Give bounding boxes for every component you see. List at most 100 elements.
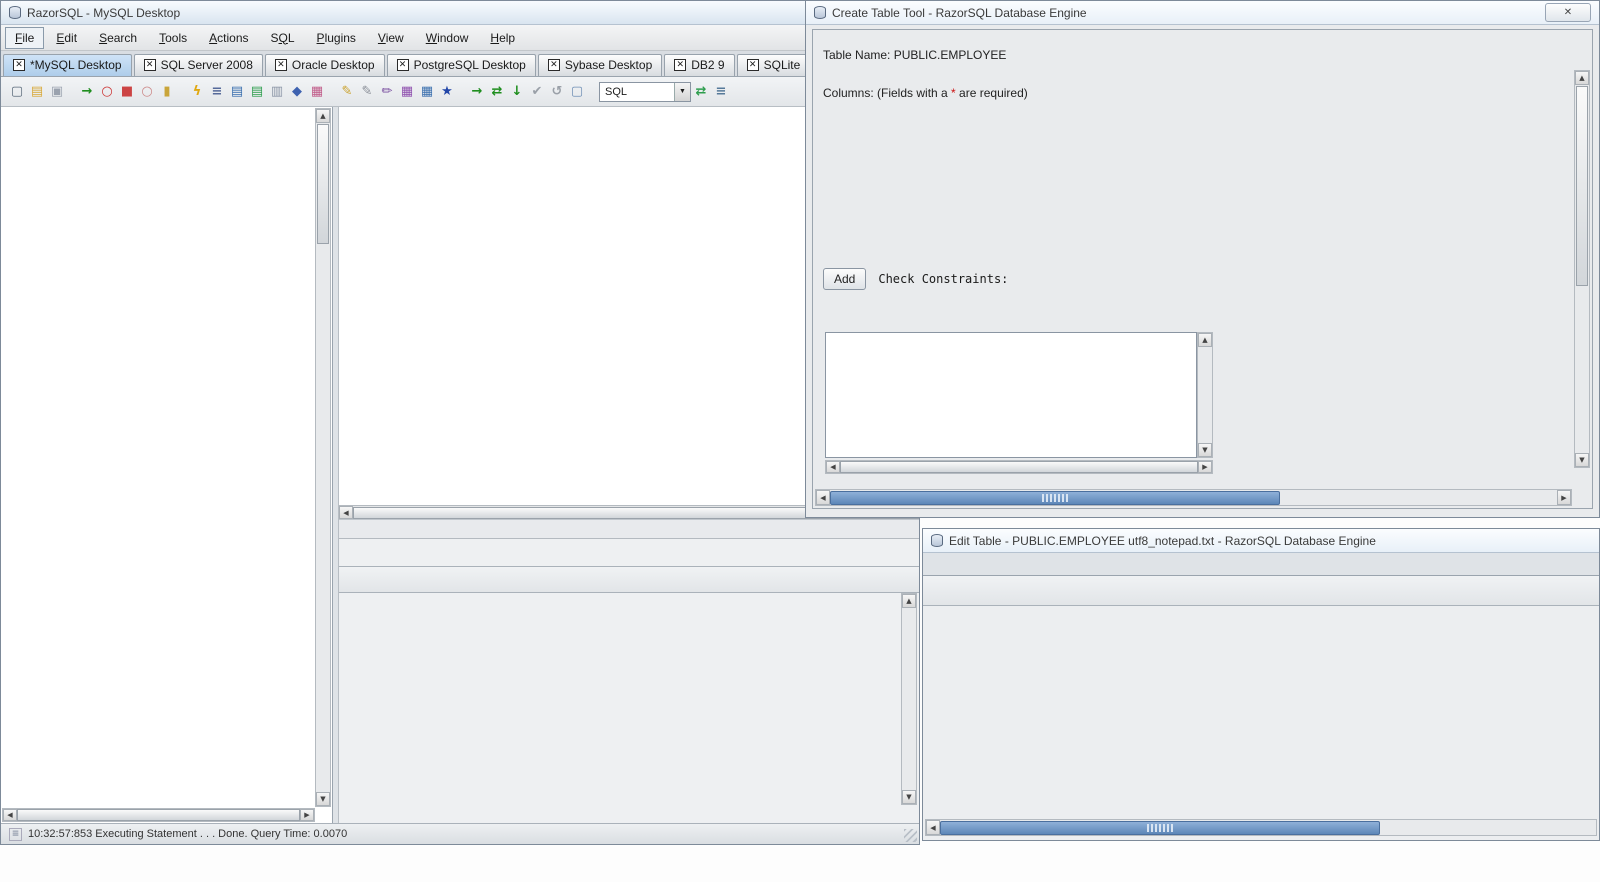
result-panel: ▲ ▼ <box>339 538 919 823</box>
scroll-left-icon[interactable]: ◀ <box>926 820 940 835</box>
scroll-left-icon[interactable]: ◀ <box>3 809 17 821</box>
table-edit-icon[interactable]: ▦ <box>417 82 437 102</box>
menu-item-plugins[interactable]: Plugins <box>307 27 366 49</box>
edit-table-icon[interactable]: ✎ <box>337 82 357 102</box>
execute-sql-icon[interactable]: → <box>467 82 487 102</box>
doc-search-icon[interactable]: ▤ <box>227 82 247 102</box>
lightning-icon[interactable]: ϟ <box>187 82 207 102</box>
database-cylinder-icon[interactable]: ▮ <box>157 82 177 102</box>
menu-item-file[interactable]: File <box>5 26 45 49</box>
save-icon[interactable]: ▣ <box>47 82 67 102</box>
scroll-down-icon[interactable]: ▼ <box>1575 453 1589 467</box>
connection-tab[interactable]: ✕ *MySQL Desktop <box>3 54 132 76</box>
close-tab-icon[interactable]: ✕ <box>396 59 409 71</box>
menu-item-help[interactable]: Help <box>480 27 525 49</box>
scroll-thumb[interactable] <box>830 490 1280 505</box>
connect-icon[interactable]: → <box>77 82 97 102</box>
doc-refresh-icon[interactable]: ▤ <box>247 82 267 102</box>
scroll-thumb[interactable] <box>940 820 1380 835</box>
editor-status-bar <box>339 519 919 538</box>
copy-page-icon[interactable]: ▢ <box>567 82 587 102</box>
connection-tab-label: DB2 9 <box>691 58 725 72</box>
menu-item-view[interactable]: View <box>368 27 414 49</box>
scroll-thumb[interactable] <box>17 809 300 821</box>
scroll-thumb[interactable] <box>840 461 1198 473</box>
new-file-icon[interactable]: ▢ <box>7 82 27 102</box>
describe-table-icon[interactable]: ▦ <box>397 82 417 102</box>
validate-icon[interactable]: ✔ <box>527 82 547 102</box>
menu-item-search[interactable]: Search <box>89 27 147 49</box>
scroll-up-icon[interactable]: ▲ <box>1198 333 1212 347</box>
result-vertical-scrollbar[interactable]: ▲ ▼ <box>901 593 917 805</box>
checklist-icon[interactable]: ≡ <box>207 82 227 102</box>
close-button[interactable]: ✕ <box>1545 3 1591 22</box>
commit-icon[interactable]: ■ <box>117 82 137 102</box>
scroll-down-icon[interactable]: ▼ <box>902 790 916 804</box>
connection-tab[interactable]: ✕ Sybase Desktop <box>537 54 663 76</box>
scroll-right-icon[interactable]: ▶ <box>300 809 314 821</box>
rollback-icon[interactable]: ○ <box>137 82 157 102</box>
chevron-down-icon[interactable]: ▼ <box>674 82 690 101</box>
window-icon <box>814 6 826 19</box>
table-data-icon[interactable]: ▦ <box>307 82 327 102</box>
undo-icon[interactable]: ↺ <box>547 82 567 102</box>
alter-table-icon[interactable]: ✏ <box>377 82 397 102</box>
menu-item-window[interactable]: Window <box>416 27 479 49</box>
scroll-thumb[interactable] <box>317 124 329 244</box>
log-list-icon[interactable]: ≡ <box>711 82 731 102</box>
close-tab-icon[interactable]: ✕ <box>547 59 560 71</box>
auto-commit-icon[interactable]: ⇄ <box>691 82 711 102</box>
clipboard-icon[interactable]: ▥ <box>267 82 287 102</box>
menu-item-actions[interactable]: Actions <box>199 27 258 49</box>
execute-all-icon[interactable]: ↓ <box>507 82 527 102</box>
database-tree <box>3 109 314 807</box>
create-titlebar[interactable]: Create Table Tool - RazorSQL Database En… <box>806 1 1599 25</box>
scroll-down-icon[interactable]: ▼ <box>1198 443 1212 457</box>
disconnect-icon[interactable]: ○ <box>97 82 117 102</box>
database-tree-panel: ▲ ▼ ◀ ▶ <box>1 107 333 823</box>
scroll-left-icon[interactable]: ◀ <box>339 506 353 519</box>
connection-tab[interactable]: ✕ DB2 9 <box>664 54 735 76</box>
edit-horizontal-scrollbar[interactable]: ◀ <box>925 819 1597 836</box>
scroll-left-icon[interactable]: ◀ <box>826 461 840 473</box>
close-tab-icon[interactable]: ✕ <box>746 59 759 71</box>
bookmark-diamond-icon[interactable]: ◆ <box>287 82 307 102</box>
sql-mode-value: SQL <box>605 85 628 98</box>
scroll-thumb[interactable] <box>1576 86 1588 286</box>
resize-grip[interactable] <box>904 829 917 842</box>
menu-item-sql[interactable]: SQL <box>261 27 305 49</box>
connection-tab[interactable]: ✕ Oracle Desktop <box>264 54 385 76</box>
close-tab-icon[interactable]: ✕ <box>13 59 25 71</box>
connection-tab[interactable]: ✕ PostgreSQL Desktop <box>386 54 536 76</box>
tree-vertical-scrollbar[interactable]: ▲ ▼ <box>315 108 331 807</box>
sql-horizontal-scrollbar[interactable]: ◀ ▶ <box>825 460 1213 474</box>
scroll-down-icon[interactable]: ▼ <box>316 792 330 806</box>
window-vertical-scrollbar[interactable]: ▲ ▼ <box>1574 70 1590 468</box>
scroll-up-icon[interactable]: ▲ <box>316 109 330 123</box>
edit-titlebar[interactable]: Edit Table - PUBLIC.EMPLOYEE utf8_notepa… <box>923 529 1599 553</box>
connection-tab[interactable]: ✕ SQLite <box>736 54 811 76</box>
close-tab-icon[interactable]: ✕ <box>143 59 156 71</box>
menu-item-edit[interactable]: Edit <box>46 27 87 49</box>
scroll-up-icon[interactable]: ▲ <box>1575 71 1589 85</box>
main-titlebar[interactable]: RazorSQL - MySQL Desktop <box>1 1 919 25</box>
favorites-star-icon[interactable]: ★ <box>437 82 457 102</box>
sql-mode-dropdown[interactable]: SQL ▼ <box>599 81 691 102</box>
scroll-right-icon[interactable]: ▶ <box>1557 490 1571 505</box>
close-tab-icon[interactable]: ✕ <box>274 59 287 71</box>
connection-tab[interactable]: ✕ SQL Server 2008 <box>133 54 263 76</box>
close-tab-icon[interactable]: ✕ <box>674 59 687 71</box>
add-button[interactable]: Add <box>823 268 867 290</box>
scroll-up-icon[interactable]: ▲ <box>902 594 916 608</box>
generated-sql-preview[interactable] <box>825 332 1197 458</box>
status-text: 10:32:57:853 Executing Statement . . . D… <box>28 828 348 840</box>
execute-refresh-icon[interactable]: ⇄ <box>487 82 507 102</box>
sql-vertical-scrollbar[interactable]: ▲ ▼ <box>1197 332 1213 458</box>
window-horizontal-scrollbar[interactable]: ◀ ▶ <box>815 489 1572 506</box>
menu-item-tools[interactable]: Tools <box>149 27 197 49</box>
open-folder-icon[interactable]: ▤ <box>27 82 47 102</box>
pencil-icon[interactable]: ✎ <box>357 82 377 102</box>
scroll-left-icon[interactable]: ◀ <box>816 490 830 505</box>
tree-horizontal-scrollbar[interactable]: ◀ ▶ <box>2 808 315 822</box>
scroll-right-icon[interactable]: ▶ <box>1198 461 1212 473</box>
